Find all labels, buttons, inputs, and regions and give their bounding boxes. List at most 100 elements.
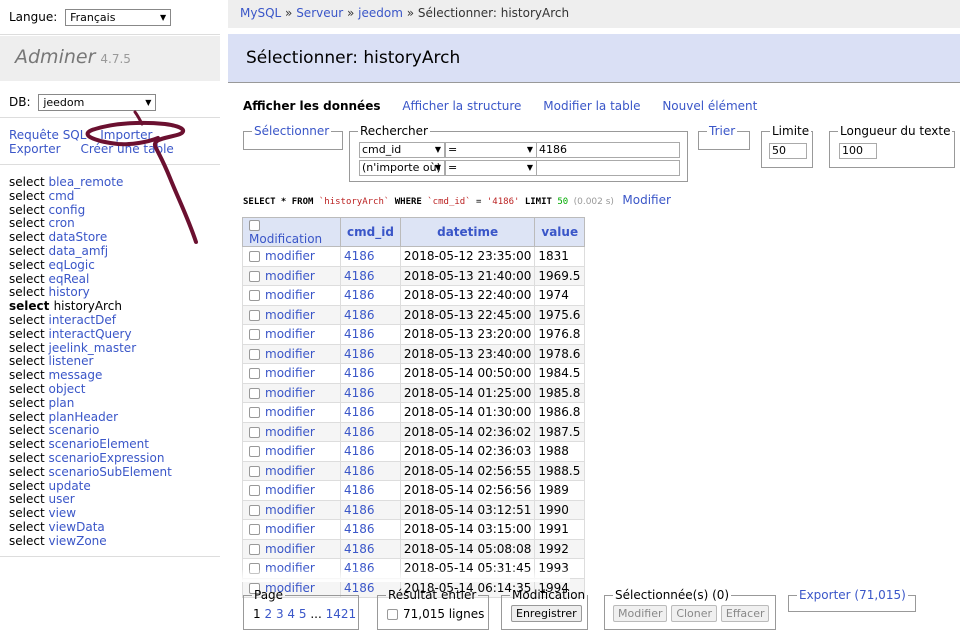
select-link[interactable]: select	[9, 382, 45, 396]
tab-alter-table[interactable]: Modifier la table	[543, 99, 640, 113]
edit-row-link[interactable]: modifier	[265, 483, 315, 497]
sidebar-item-history[interactable]: select history	[9, 285, 172, 300]
select-link[interactable]: select	[9, 189, 45, 203]
row-checkbox[interactable]	[249, 465, 260, 477]
table-name-link[interactable]: plan	[48, 396, 74, 410]
edit-selected-button[interactable]: Modifier	[613, 605, 668, 622]
sidebar-item-viewdata[interactable]: select viewData	[9, 520, 172, 535]
row-checkbox[interactable]	[249, 251, 260, 263]
select-all-checkbox[interactable]	[249, 220, 260, 231]
edit-row-link[interactable]: modifier	[265, 308, 315, 322]
search-column-select-2[interactable]: (n'importe où) ▼	[359, 160, 445, 176]
column-header-datetime[interactable]: datetime	[399, 217, 536, 247]
export-link[interactable]: Exporter	[9, 142, 61, 156]
select-link[interactable]: select	[9, 285, 45, 299]
sidebar-item-scenarioexpression[interactable]: select scenarioExpression	[9, 451, 172, 466]
cell-cmd-id[interactable]: 4186	[340, 519, 401, 540]
sidebar-item-object[interactable]: select object	[9, 382, 172, 397]
table-name-link[interactable]: interactDef	[48, 313, 115, 327]
edit-row-link[interactable]: modifier	[265, 542, 315, 556]
select-link[interactable]: select	[9, 451, 45, 465]
row-checkbox[interactable]	[249, 348, 260, 360]
edit-row-link[interactable]: modifier	[265, 405, 315, 419]
sidebar-item-scenariosubelement[interactable]: select scenarioSubElement	[9, 465, 172, 480]
edit-row-link[interactable]: modifier	[265, 249, 315, 263]
limit-input[interactable]: 50	[769, 143, 807, 159]
sidebar-item-plan[interactable]: select plan	[9, 396, 172, 411]
search-operator-select-1[interactable]: = ▼	[445, 142, 537, 158]
tab-show-data[interactable]: Afficher les données	[243, 99, 380, 113]
sidebar-item-listener[interactable]: select listener	[9, 354, 172, 369]
clone-selected-button[interactable]: Cloner	[671, 605, 718, 622]
sidebar-item-user[interactable]: select user	[9, 492, 172, 507]
search-operator-select-2[interactable]: = ▼	[445, 160, 537, 176]
breadcrumb-driver[interactable]: MySQL	[240, 6, 281, 20]
breadcrumb-database[interactable]: jeedom	[358, 6, 403, 20]
column-header-cmd-id[interactable]: cmd_id	[340, 217, 401, 247]
edit-row-link[interactable]: modifier	[265, 464, 315, 478]
table-name-link[interactable]: scenarioSubElement	[48, 465, 171, 479]
page-link[interactable]: 3	[276, 607, 284, 621]
sidebar-item-view[interactable]: select view	[9, 506, 172, 521]
sort-fieldset[interactable]: Trier	[698, 124, 750, 150]
select-link[interactable]: select	[9, 244, 45, 258]
select-columns-fieldset[interactable]: Sélectionner	[243, 124, 343, 150]
row-checkbox[interactable]	[249, 426, 260, 438]
row-checkbox[interactable]	[249, 524, 260, 536]
edit-row-link[interactable]: modifier	[265, 288, 315, 302]
search-value-input-2[interactable]	[536, 160, 680, 176]
sidebar-item-scenarioelement[interactable]: select scenarioElement	[9, 437, 172, 452]
table-name-link[interactable]: user	[48, 492, 74, 506]
edit-row-link[interactable]: modifier	[265, 269, 315, 283]
select-link[interactable]: select	[9, 479, 45, 493]
sidebar-item-historyarch[interactable]: select historyArch	[9, 299, 172, 314]
edit-row-link[interactable]: modifier	[265, 503, 315, 517]
cell-cmd-id[interactable]: 4186	[340, 343, 401, 364]
edit-row-link[interactable]: modifier	[265, 366, 315, 380]
cell-cmd-id[interactable]: 4186	[340, 285, 401, 306]
table-name-link[interactable]: scenarioElement	[48, 437, 148, 451]
export-fieldset[interactable]: Exporter (71,015)	[788, 588, 916, 612]
select-link[interactable]: select	[9, 327, 45, 341]
select-link[interactable]: select	[9, 492, 45, 506]
row-checkbox[interactable]	[249, 290, 260, 302]
select-link[interactable]: select	[9, 423, 45, 437]
select-link[interactable]: select	[9, 437, 45, 451]
column-header-value[interactable]: value	[534, 217, 586, 247]
search-value-input-1[interactable]: 4186	[536, 142, 680, 158]
cell-cmd-id[interactable]: 4186	[340, 363, 401, 384]
brand-version[interactable]: 4.7.5	[100, 52, 131, 66]
select-link[interactable]: select	[9, 368, 45, 382]
sidebar-item-message[interactable]: select message	[9, 368, 172, 383]
search-column-select-1[interactable]: cmd_id ▼	[359, 142, 445, 158]
page-link[interactable]: 2	[264, 607, 272, 621]
sort-legend[interactable]: Trier	[707, 124, 737, 138]
cell-cmd-id[interactable]: 4186	[340, 480, 401, 501]
row-checkbox[interactable]	[249, 446, 260, 458]
table-name-link[interactable]: scenarioExpression	[48, 451, 164, 465]
cell-cmd-id[interactable]: 4186	[340, 402, 401, 423]
table-name-link[interactable]: historyArch	[54, 299, 122, 313]
cell-cmd-id[interactable]: 4186	[340, 421, 401, 442]
row-checkbox[interactable]	[249, 387, 260, 399]
table-name-link[interactable]: viewData	[48, 520, 104, 534]
select-link[interactable]: select	[9, 203, 45, 217]
cell-cmd-id[interactable]: 4186	[340, 324, 401, 345]
cell-cmd-id[interactable]: 4186	[340, 382, 401, 403]
select-link[interactable]: select	[9, 410, 45, 424]
sidebar-item-planheader[interactable]: select planHeader	[9, 410, 172, 425]
select-link[interactable]: select	[9, 354, 45, 368]
column-header-modification[interactable]: Modification	[242, 217, 341, 247]
table-name-link[interactable]: eqReal	[48, 272, 89, 286]
sidebar-item-interactquery[interactable]: select interactQuery	[9, 327, 172, 342]
table-name-link[interactable]: viewZone	[48, 534, 106, 548]
edit-query-link[interactable]: Modifier	[622, 193, 671, 207]
row-checkbox[interactable]	[249, 270, 260, 282]
sidebar-item-viewzone[interactable]: select viewZone	[9, 534, 172, 549]
whole-result-checkbox[interactable]	[387, 609, 398, 620]
table-name-link[interactable]: view	[48, 506, 76, 520]
sidebar-item-update[interactable]: select update	[9, 479, 172, 494]
cell-cmd-id[interactable]: 4186	[340, 246, 401, 267]
table-name-link[interactable]: history	[48, 285, 89, 299]
text-length-input[interactable]: 100	[839, 143, 877, 159]
